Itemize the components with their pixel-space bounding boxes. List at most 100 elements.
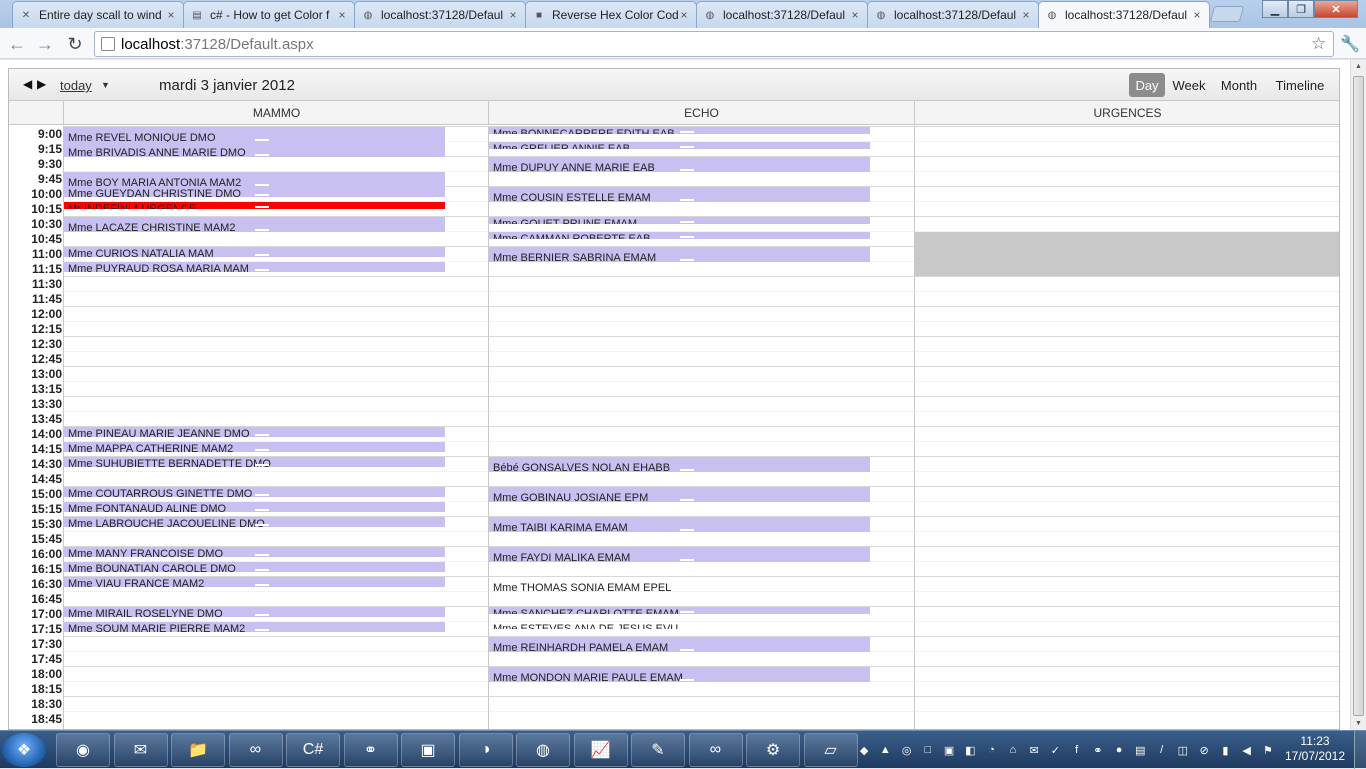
resize-grip-icon[interactable] xyxy=(254,509,269,511)
resize-grip-icon[interactable] xyxy=(679,589,694,591)
resize-grip-icon[interactable] xyxy=(679,469,694,471)
browser-tab[interactable]: ◍ localhost:37128/Defaul × xyxy=(696,1,868,28)
tool-icon[interactable]: ⚙ xyxy=(746,733,800,767)
tab-close-icon[interactable]: × xyxy=(1020,8,1032,22)
view-timeline-button[interactable]: Timeline xyxy=(1269,73,1331,97)
tray-12-icon[interactable]: ⚭ xyxy=(1090,742,1106,759)
browser-tab[interactable]: ◍ localhost:37128/Defaul × xyxy=(867,1,1039,28)
tray-15-icon[interactable]: / xyxy=(1154,742,1170,759)
view-week-button[interactable]: Week xyxy=(1169,73,1209,97)
resize-grip-icon[interactable] xyxy=(254,269,269,271)
browser-tab[interactable]: ✕ Entire day scall to wind × xyxy=(12,1,184,28)
resize-grip-icon[interactable] xyxy=(254,229,269,231)
resize-grip-icon[interactable] xyxy=(254,434,269,436)
appointment[interactable]: Mme REVEL MONIQUE DMO xyxy=(64,127,445,142)
appointment[interactable]: Mme SUHUBIETTE BERNADETTE DMO xyxy=(64,457,445,467)
resize-grip-icon[interactable] xyxy=(679,499,694,501)
appointment[interactable]: Mr INDEFINI * URGENCE xyxy=(64,202,445,209)
tray-8-icon[interactable]: ⌂ xyxy=(1005,742,1021,759)
eclipse-icon[interactable]: ◑ xyxy=(458,733,513,767)
show-desktop-button[interactable] xyxy=(1354,731,1366,769)
forward-button[interactable]: → xyxy=(33,32,57,56)
resize-grip-icon[interactable] xyxy=(254,554,269,556)
tab-close-icon[interactable]: × xyxy=(507,8,519,22)
today-link[interactable]: today xyxy=(60,78,92,93)
notepad-icon[interactable]: ▱ xyxy=(803,733,858,767)
resize-grip-icon[interactable] xyxy=(679,131,694,133)
network-icon[interactable]: ⚭ xyxy=(343,733,398,767)
resize-grip-icon[interactable] xyxy=(679,221,694,223)
appointment[interactable]: Mme LABROUCHE JACQUELINE DMO xyxy=(64,517,445,527)
tray-2-icon[interactable]: ▲ xyxy=(877,742,893,759)
maximize-button[interactable]: ❐ xyxy=(1288,0,1314,18)
appointment[interactable]: Mme TAIBI KARIMA EMAM xyxy=(489,517,870,532)
tray-14-icon[interactable]: ▤ xyxy=(1132,742,1148,759)
clock[interactable]: 11:23 17/07/2012 xyxy=(1280,734,1350,764)
chrome-icon[interactable]: ◉ xyxy=(56,733,110,767)
start-button[interactable]: ❖ xyxy=(2,733,46,767)
outlook-icon[interactable]: ✉ xyxy=(113,733,168,767)
appointment[interactable]: Mme COUSIN ESTELLE EMAM xyxy=(489,187,870,202)
address-bar[interactable]: localhost:37128/Default.aspx ☆ xyxy=(94,31,1334,57)
tray-16-icon[interactable]: ◫ xyxy=(1175,742,1191,759)
appointment[interactable]: Mme BERNIER SABRINA EMAM xyxy=(489,247,870,262)
appointment[interactable]: Mme MONDON MARIE PAULE EMAM xyxy=(489,667,870,682)
scroll-down-icon[interactable]: ▼ xyxy=(1355,720,1362,727)
resize-grip-icon[interactable] xyxy=(679,679,694,681)
minimize-button[interactable]: ▁ xyxy=(1262,0,1288,18)
resize-grip-icon[interactable] xyxy=(679,626,694,628)
resize-grip-icon[interactable] xyxy=(254,569,269,571)
tray-10-icon[interactable]: ✓ xyxy=(1047,742,1063,759)
prev-day-button[interactable]: ◀ xyxy=(23,77,32,91)
today-dropdown-icon[interactable]: ▼ xyxy=(101,80,110,90)
tray-17-icon[interactable]: ⊘ xyxy=(1196,742,1212,759)
tray-11-icon[interactable]: f xyxy=(1069,742,1085,759)
scrollbar-thumb[interactable] xyxy=(1353,76,1364,716)
appointment[interactable]: Mme CURIOS NATALIA MAM xyxy=(64,247,445,257)
appointment[interactable]: Mme ESTEVES ANA DE JESUS EVU xyxy=(489,622,870,629)
appointment[interactable]: Mme GOBINAU JOSIANE EPM xyxy=(489,487,870,502)
resize-grip-icon[interactable] xyxy=(254,494,269,496)
tab-close-icon[interactable]: × xyxy=(165,8,177,22)
appointment[interactable]: Bébé GONSALVES NOLAN EHABB xyxy=(489,457,870,472)
appointment[interactable]: Mme MANY FRANCOISE DMO xyxy=(64,547,445,557)
resize-grip-icon[interactable] xyxy=(254,449,269,451)
appointment[interactable]: Mme MIRAIL ROSELYNE DMO xyxy=(64,607,445,617)
resize-grip-icon[interactable] xyxy=(679,611,694,613)
csharp-icon[interactable]: C# xyxy=(286,733,340,767)
appointment[interactable]: Mme LACAZE CHRISTINE MAM2 xyxy=(64,217,445,232)
tray-20-icon[interactable]: ⚑ xyxy=(1260,742,1276,759)
resize-grip-icon[interactable] xyxy=(254,614,269,616)
browser-tab[interactable]: ■ Reverse Hex Color Cod × xyxy=(525,1,697,28)
resize-grip-icon[interactable] xyxy=(679,236,694,238)
appointment[interactable]: Mme MAPPA CATHERINE MAM2 xyxy=(64,442,445,452)
appointment[interactable]: Mme FAYDI MALIKA EMAM xyxy=(489,547,870,562)
next-day-button[interactable]: ▶ xyxy=(37,77,46,91)
scheduler-grid[interactable]: 9:00 9:15 9:30 9:45 10:00 10:15 10:30 10:45 11:0… xyxy=(9,126,1339,729)
tray-6-icon[interactable]: ◧ xyxy=(962,742,978,759)
appointment[interactable]: Mme BOUNATIAN CAROLE DMO xyxy=(64,562,445,572)
tab-close-icon[interactable]: × xyxy=(849,8,861,22)
appointment[interactable]: Mme CAMMAN ROBERTE EAB xyxy=(489,232,870,239)
resize-grip-icon[interactable] xyxy=(679,649,694,651)
appointment[interactable]: Mme VIAU FRANCE MAM2 xyxy=(64,577,445,587)
appointment[interactable]: Mme THOMAS SONIA EMAM EPEL xyxy=(489,577,870,592)
tray-13-icon[interactable]: ● xyxy=(1111,742,1127,759)
appointment[interactable]: Mme BONNECARRERE EDITH EAB xyxy=(489,127,870,134)
tray-1-icon[interactable]: ◆ xyxy=(856,742,872,759)
appointment[interactable]: Mme GOUET PRUNE EMAM xyxy=(489,217,870,224)
back-button[interactable]: ← xyxy=(5,32,29,56)
resize-grip-icon[interactable] xyxy=(679,559,694,561)
appointment[interactable]: Mme SOUM MARIE PIERRE MAM2 xyxy=(64,622,445,632)
new-tab-button[interactable] xyxy=(1209,6,1245,22)
appointment[interactable]: Mme BRIVADIS ANNE MARIE DMO xyxy=(64,142,445,157)
appointment[interactable]: Mme SANCHEZ CHARLOTTE EMAM xyxy=(489,607,870,614)
tray-9-icon[interactable]: ✉ xyxy=(1026,742,1042,759)
resize-grip-icon[interactable] xyxy=(254,194,269,196)
resize-grip-icon[interactable] xyxy=(254,139,269,141)
resize-grip-icon[interactable] xyxy=(254,464,269,466)
appointment[interactable]: Mme GUEYDAN CHRISTINE DMO xyxy=(64,187,445,197)
reload-button[interactable]: ↻ xyxy=(63,32,87,56)
tab-close-icon[interactable]: × xyxy=(678,8,690,22)
view-day-button[interactable]: Day xyxy=(1129,73,1165,97)
